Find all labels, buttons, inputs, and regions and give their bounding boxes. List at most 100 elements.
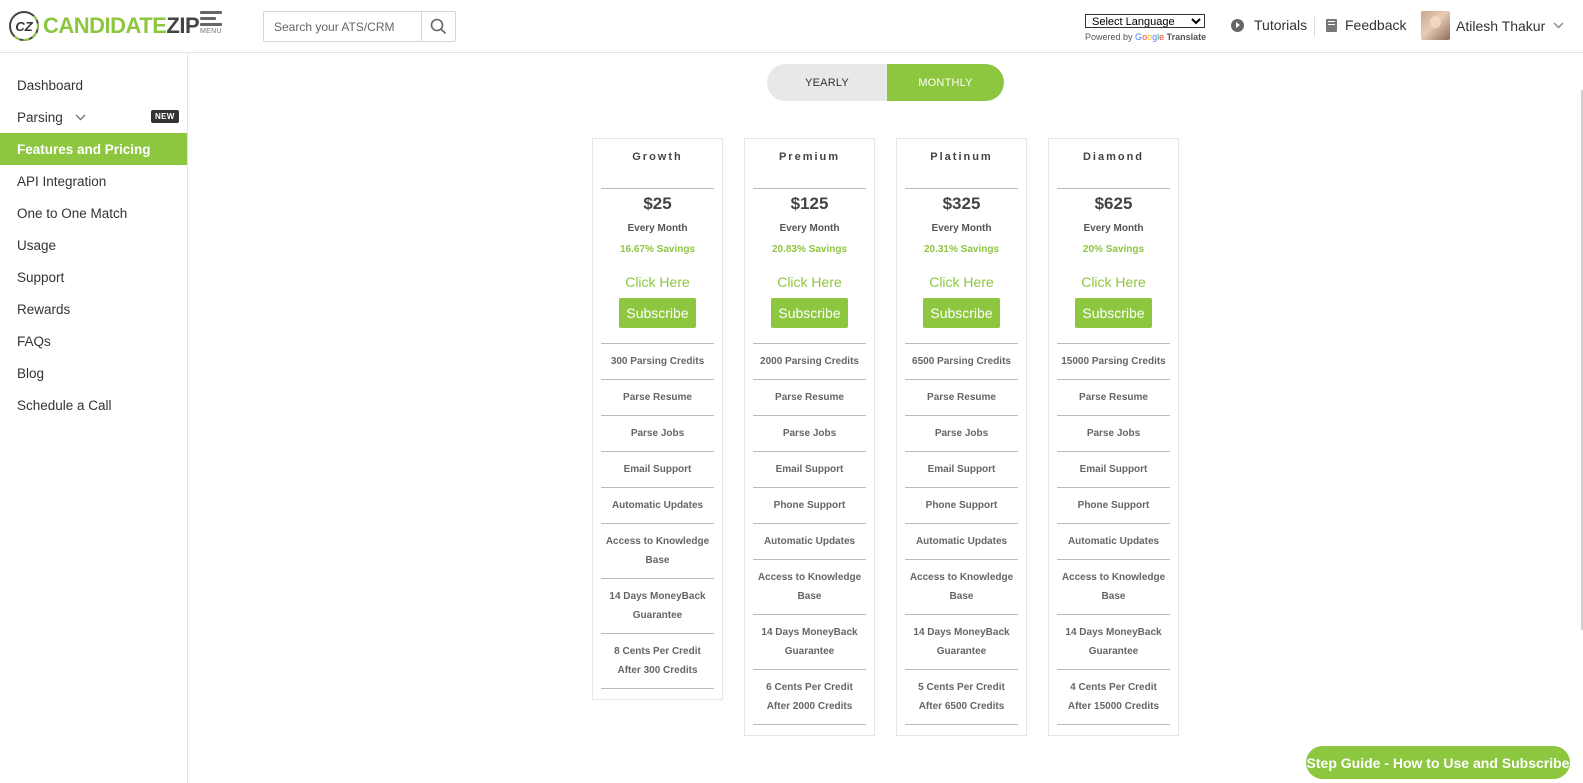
plan-features: 2000 Parsing Credits Parse Resume Parse …: [753, 343, 866, 725]
feature-item: Phone Support: [1057, 488, 1170, 524]
menu-button[interactable]: MENU: [200, 11, 226, 39]
menu-label: MENU: [200, 28, 222, 35]
feature-item: Parse Jobs: [601, 416, 714, 452]
sidebar-item-dashboard[interactable]: Dashboard: [0, 69, 187, 101]
monthly-toggle-option[interactable]: MONTHLY: [887, 64, 1004, 101]
plan-card-growth: Growth $25 Every Month 16.67% Savings Cl…: [592, 138, 723, 700]
feature-item: 6500 Parsing Credits: [905, 344, 1018, 380]
sidebar-item-usage[interactable]: Usage: [0, 229, 187, 261]
sidebar-item-one-to-one-match[interactable]: One to One Match: [0, 197, 187, 229]
sidebar-item-label: One to One Match: [17, 205, 128, 221]
user-menu[interactable]: Atilesh Thakur: [1421, 11, 1564, 40]
plan-price: $625: [1094, 194, 1133, 213]
plan-savings: 20.83% Savings: [771, 244, 848, 255]
user-name: Atilesh Thakur: [1456, 17, 1546, 34]
feature-item: 300 Parsing Credits: [601, 344, 714, 380]
sidebar-item-label: Support: [17, 269, 65, 285]
plan-period: Every Month: [779, 223, 840, 234]
feature-item: Automatic Updates: [753, 524, 866, 560]
feature-item: 8 Cents Per Credit After 300 Credits: [601, 634, 714, 689]
feature-item: 14 Days MoneyBack Guarantee: [601, 579, 714, 634]
sidebar-item-api-integration[interactable]: API Integration: [0, 165, 187, 197]
plan-features: 6500 Parsing Credits Parse Resume Parse …: [905, 343, 1018, 725]
feature-item: Email Support: [753, 452, 866, 488]
feature-item: Phone Support: [753, 488, 866, 524]
powered-by-text: Powered by: [1085, 32, 1133, 42]
sidebar-item-schedule-a-call[interactable]: Schedule a Call: [0, 389, 187, 421]
sidebar-item-parsing[interactable]: Parsing NEW: [0, 101, 187, 133]
header-divider: [1314, 17, 1315, 37]
plan-price: $125: [790, 194, 829, 213]
plan-savings: 20% Savings: [1082, 244, 1145, 255]
sidebar-item-rewards[interactable]: Rewards: [0, 293, 187, 325]
plan-period: Every Month: [931, 223, 992, 234]
plan-period: Every Month: [627, 223, 688, 234]
feature-item: Automatic Updates: [601, 488, 714, 524]
plan-name: Premium: [753, 139, 866, 189]
feedback-link[interactable]: Feedback: [1326, 17, 1406, 33]
click-here-link[interactable]: Click Here: [601, 274, 714, 290]
feature-item: Parse Jobs: [905, 416, 1018, 452]
candidatezip-logo[interactable]: CZ CANDIDATEZIP: [9, 10, 200, 42]
chevron-down-icon: [75, 114, 86, 120]
feature-item: 6 Cents Per Credit After 2000 Credits: [753, 670, 866, 725]
sidebar-item-label: API Integration: [17, 173, 107, 189]
plan-name: Growth: [601, 139, 714, 189]
card-bottom-spacer: [601, 689, 714, 699]
plan-period: Every Month: [1083, 223, 1144, 234]
new-badge: NEW: [151, 110, 179, 123]
plan-features: 15000 Parsing Credits Parse Resume Parse…: [1057, 343, 1170, 725]
language-select[interactable]: Select Language: [1085, 14, 1205, 28]
feature-item: Email Support: [905, 452, 1018, 488]
feature-item: 14 Days MoneyBack Guarantee: [905, 615, 1018, 670]
sidebar-item-support[interactable]: Support: [0, 261, 187, 293]
sidebar-item-features-and-pricing[interactable]: Features and Pricing: [0, 133, 187, 165]
click-here-link[interactable]: Click Here: [1057, 274, 1170, 290]
logo-text-part2: ZIP: [166, 13, 200, 38]
feature-item: Parse Resume: [601, 380, 714, 416]
plan-name: Diamond: [1057, 139, 1170, 189]
book-icon: [1326, 18, 1337, 32]
subscribe-button[interactable]: Subscribe: [1075, 298, 1152, 328]
sidebar-item-label: Usage: [17, 237, 57, 253]
step-guide-button[interactable]: Step Guide - How to Use and Subscribe: [1306, 746, 1570, 779]
avatar: [1421, 11, 1450, 40]
top-header: CZ CANDIDATEZIP MENU Select Language Pow…: [0, 0, 1583, 53]
feature-item: Parse Resume: [905, 380, 1018, 416]
search-icon: [430, 18, 447, 35]
hamburger-bar: [200, 17, 216, 20]
search-input[interactable]: [264, 12, 421, 41]
sidebar-item-label: Dashboard: [17, 77, 84, 93]
hamburger-bar: [200, 23, 222, 26]
search-button[interactable]: [421, 12, 455, 41]
plan-price: $325: [942, 194, 981, 213]
plan-savings: 16.67% Savings: [619, 244, 696, 255]
feature-item: 15000 Parsing Credits: [1057, 344, 1170, 380]
sidebar-item-label: Rewards: [17, 301, 71, 317]
tutorials-link[interactable]: Tutorials: [1231, 17, 1307, 33]
plan-features: 300 Parsing Credits Parse Resume Parse J…: [601, 343, 714, 689]
sidebar-item-label: Features and Pricing: [17, 141, 151, 157]
subscribe-button[interactable]: Subscribe: [923, 298, 1000, 328]
sidebar-item-blog[interactable]: Blog: [0, 357, 187, 389]
feature-item: Parse Jobs: [1057, 416, 1170, 452]
feature-item: Parse Resume: [1057, 380, 1170, 416]
subscribe-button[interactable]: Subscribe: [619, 298, 696, 328]
plan-savings: 20.31% Savings: [923, 244, 1000, 255]
click-here-link[interactable]: Click Here: [753, 274, 866, 290]
feature-item: Automatic Updates: [1057, 524, 1170, 560]
tutorials-label: Tutorials: [1254, 17, 1308, 33]
subscribe-button[interactable]: Subscribe: [771, 298, 848, 328]
google-translate-widget: Select Language Powered by Google Transl…: [1085, 12, 1206, 42]
sidebar: Dashboard Parsing NEW Features and Prici…: [0, 53, 188, 783]
google-logo-icon: Google: [1135, 32, 1165, 42]
plan-name: Platinum: [905, 139, 1018, 189]
plan-card-premium: Premium $125 Every Month 20.83% Savings …: [744, 138, 875, 736]
yearly-toggle-option[interactable]: YEARLY: [767, 64, 887, 101]
feature-item: Email Support: [1057, 452, 1170, 488]
play-circle-icon: [1231, 18, 1244, 32]
search-box: [263, 11, 456, 42]
sidebar-item-label: Blog: [17, 365, 45, 381]
sidebar-item-faqs[interactable]: FAQs: [0, 325, 187, 357]
click-here-link[interactable]: Click Here: [905, 274, 1018, 290]
